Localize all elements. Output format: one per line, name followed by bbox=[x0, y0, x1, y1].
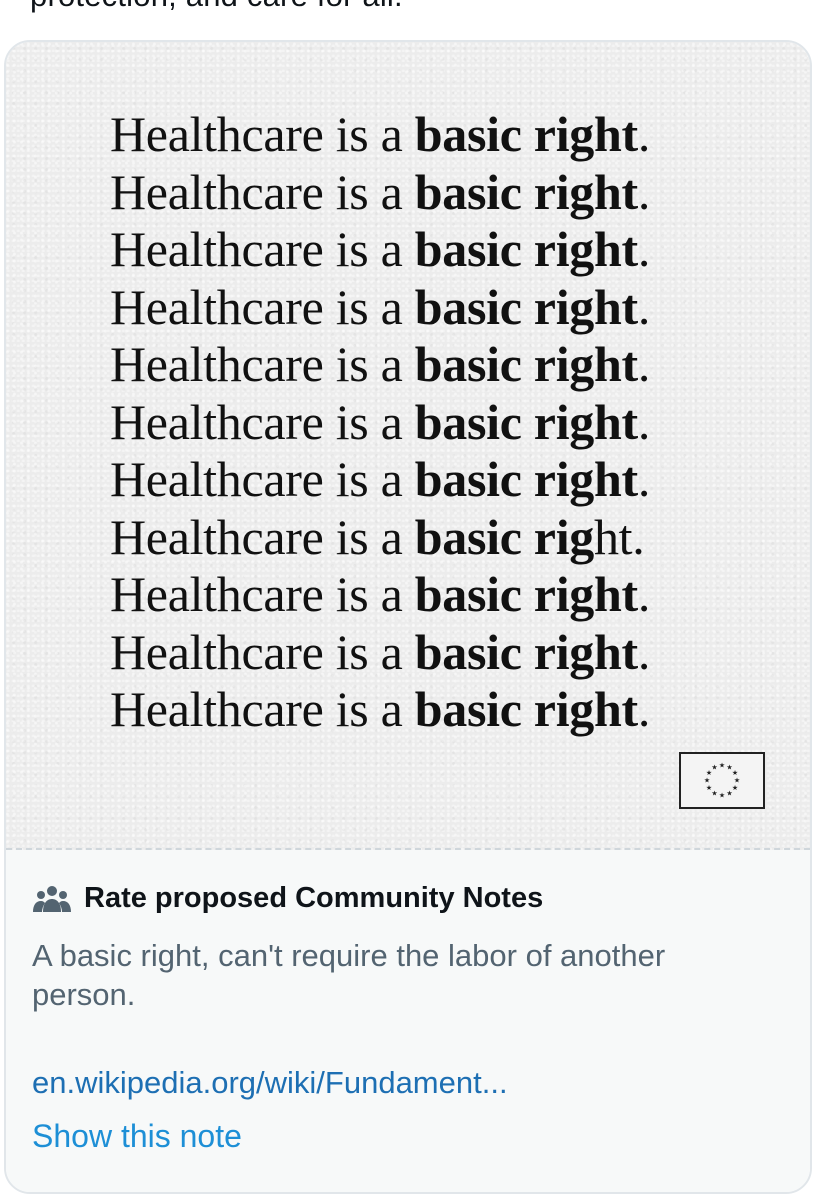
poster-line-regular: Healthcare is a bbox=[110, 681, 415, 737]
poster-line-end: . bbox=[637, 163, 651, 220]
poster-line-bold: basic right bbox=[414, 221, 638, 277]
poster-line-bold: basic right bbox=[414, 163, 638, 220]
poster-line-end: . bbox=[637, 623, 651, 680]
poster-line: Healthcare is a basic right. bbox=[110, 681, 650, 739]
eu-flag-icon: ★ ★ ★ ★ ★ ★ ★ ★ ★ ★ ★ ★ bbox=[679, 752, 765, 809]
people-icon bbox=[33, 885, 71, 912]
eu-star-icon: ★ bbox=[726, 790, 732, 798]
poster-line-regular: Healthcare is a bbox=[110, 393, 415, 450]
community-note-body: A basic right, can't require the labor o… bbox=[32, 938, 666, 1012]
poster-line: Healthcare is a basic right. bbox=[110, 566, 650, 624]
source-link[interactable]: en.wikipedia.org/wiki/Fundament... bbox=[32, 1065, 508, 1101]
community-note-header: Rate proposed Community Notes bbox=[32, 882, 543, 915]
poster-line-end: . bbox=[637, 221, 651, 277]
eu-star-icon: ★ bbox=[719, 762, 725, 770]
media-card[interactable]: Healthcare is a basic right. Healthcare i… bbox=[4, 40, 812, 1194]
poster-line: Healthcare is a basic right. bbox=[110, 106, 650, 164]
poster-lines: Healthcare is a basic right. Healthcare i… bbox=[110, 106, 650, 739]
poster-line-end: . bbox=[637, 451, 651, 507]
poster-line-bold: basic right bbox=[414, 336, 638, 392]
eu-star-icon: ★ bbox=[711, 764, 717, 772]
poster-line-bold: basic right bbox=[414, 278, 638, 335]
poster-line-end: . bbox=[637, 278, 651, 335]
poster-line-bold: basic rig bbox=[414, 508, 595, 565]
poster-line-regular: Healthcare is a bbox=[110, 566, 415, 622]
show-note-button[interactable]: Show this note bbox=[32, 1118, 242, 1155]
poster-line-regular: Healthcare is a bbox=[110, 336, 415, 392]
eu-star-icon: ★ bbox=[732, 784, 738, 792]
eu-star-icon: ★ bbox=[706, 784, 712, 792]
poster-line-regular: Healthcare is a bbox=[110, 221, 415, 277]
tweet-text: protection, and care for all. bbox=[30, 0, 403, 14]
poster-line-bold: basic right bbox=[414, 623, 638, 680]
poster-line-regular: Healthcare is a bbox=[110, 623, 415, 680]
tweet-frame: protection, and care for all. Healthcare… bbox=[0, 0, 823, 1200]
poster-line-end: . bbox=[637, 106, 651, 162]
eu-star-icon: ★ bbox=[734, 777, 740, 785]
poster-line: Healthcare is a basic right. bbox=[110, 624, 650, 682]
poster-image[interactable]: Healthcare is a basic right. Healthcare i… bbox=[6, 42, 810, 850]
poster-line-regular: Healthcare is a bbox=[110, 278, 415, 335]
poster-line-bold: basic right bbox=[414, 566, 638, 622]
community-note[interactable]: Rate proposed Community Notes A basic ri… bbox=[6, 850, 810, 1192]
poster-line-bold: basic right bbox=[414, 393, 638, 450]
poster-line: Healthcare is a basic right. bbox=[110, 221, 650, 279]
eu-star-icon: ★ bbox=[732, 769, 738, 777]
poster-line-bold: basic right bbox=[414, 681, 638, 737]
poster-line-regular: Healthcare is a bbox=[110, 163, 415, 220]
poster-line-end: ht. bbox=[593, 508, 645, 565]
poster-line: Healthcare is a basic right. bbox=[110, 336, 650, 394]
poster-line: Healthcare is a basic right. bbox=[110, 509, 650, 567]
poster-line-end: . bbox=[637, 681, 651, 737]
poster-line-end: . bbox=[637, 566, 651, 622]
poster-line-regular: Healthcare is a bbox=[110, 106, 415, 162]
eu-star-icon: ★ bbox=[704, 777, 710, 785]
poster-line: Healthcare is a basic right. bbox=[110, 451, 650, 509]
poster-line: Healthcare is a basic right. bbox=[110, 164, 650, 222]
eu-star-icon: ★ bbox=[711, 790, 717, 798]
poster-line-end: . bbox=[637, 393, 651, 450]
poster-line-end: . bbox=[637, 336, 651, 392]
eu-star-icon: ★ bbox=[719, 792, 725, 800]
poster-line: Healthcare is a basic right. bbox=[110, 279, 650, 337]
poster-line: Healthcare is a basic right. bbox=[110, 394, 650, 452]
poster-line-regular: Healthcare is a bbox=[110, 508, 415, 565]
poster-line-bold: basic right bbox=[414, 451, 638, 507]
poster-line-bold: basic right bbox=[414, 106, 638, 162]
community-note-title: Rate proposed Community Notes bbox=[84, 882, 544, 914]
poster-line-regular: Healthcare is a bbox=[110, 451, 415, 507]
